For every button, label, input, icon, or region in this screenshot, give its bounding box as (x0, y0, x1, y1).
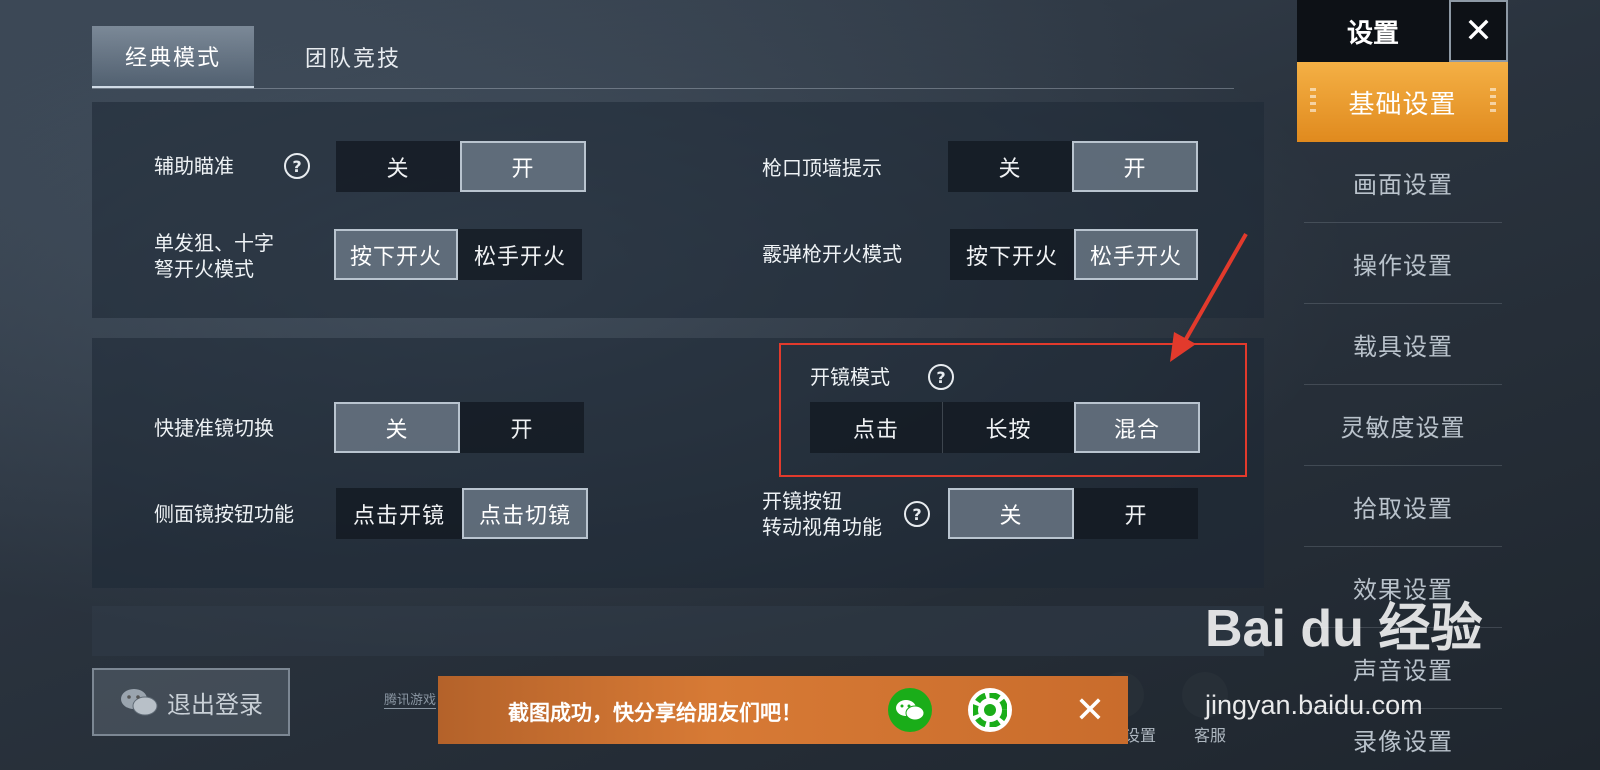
help-icon[interactable]: ? (904, 501, 930, 527)
muzzle-wall-on-button[interactable]: 开 (1072, 141, 1198, 192)
muzzle-wall-label: 枪口顶墙提示 (762, 156, 882, 180)
tab-classic-mode[interactable]: 经典模式 (92, 26, 254, 88)
scope-mode-label: 开镜模式 (810, 365, 890, 389)
wechat-icon (896, 700, 925, 721)
scope-rotate-label-line1: 开镜按钮 (762, 489, 842, 513)
muzzle-wall-off-button[interactable]: 关 (948, 141, 1072, 192)
shotgun-press-fire-button[interactable]: 按下开火 (950, 229, 1074, 280)
service-label: 客服 (1194, 726, 1227, 745)
help-icon[interactable]: ? (928, 364, 954, 390)
settings-panel-fire (92, 102, 1264, 318)
aim-assist-off-button[interactable]: 关 (336, 141, 460, 192)
logout-label: 退出登录 (167, 690, 263, 719)
settings-shortcut-label: 设置 (1124, 726, 1157, 745)
sniper-press-fire-button[interactable]: 按下开火 (334, 229, 458, 280)
tab-divider (92, 88, 1234, 89)
help-icon[interactable]: ? (284, 153, 310, 179)
sidebar-item-label: 基础设置 (1348, 89, 1457, 120)
grip-icon (1490, 88, 1496, 116)
side-scope-tap-open-button[interactable]: 点击开镜 (336, 488, 462, 539)
share-message: 截图成功，快分享给朋友们吧！ (508, 701, 802, 725)
aim-assist-label: 辅助瞄准 (154, 154, 234, 178)
arrow-annotation (1170, 233, 1248, 362)
sidebar-item-graphics[interactable]: 画面设置 (1304, 142, 1502, 223)
wechat-share-button[interactable] (888, 688, 932, 732)
sniper-fire-label-line1: 单发狙、十字 (154, 231, 274, 255)
wechat-icon (121, 689, 158, 716)
moments-share-button[interactable] (968, 688, 1012, 732)
shotgun-fire-label: 霰弹枪开火模式 (762, 242, 902, 266)
tab-team-deathmatch[interactable]: 团队竞技 (272, 26, 434, 88)
quick-scope-on-button[interactable]: 开 (460, 402, 584, 453)
sidebar-item-sensitivity[interactable]: 灵敏度设置 (1304, 385, 1502, 466)
aim-assist-on-button[interactable]: 开 (460, 141, 586, 192)
quick-scope-off-button[interactable]: 关 (334, 402, 460, 453)
scope-rotate-on-button[interactable]: 开 (1074, 488, 1198, 539)
quick-scope-label: 快捷准镜切换 (154, 416, 274, 440)
sniper-fire-label-line2: 弩开火模式 (154, 257, 254, 281)
close-icon[interactable]: ✕ (1068, 686, 1112, 734)
sidebar-item-pickup[interactable]: 拾取设置 (1304, 466, 1502, 547)
moments-icon (973, 693, 1007, 727)
settings-panel-more (92, 606, 1264, 656)
sidebar-item-basic[interactable]: 基础设置 (1297, 62, 1508, 142)
sniper-release-fire-button[interactable]: 松手开火 (458, 229, 582, 280)
sidebar-item-vehicle[interactable]: 载具设置 (1304, 304, 1502, 385)
settings-title: 设置 (1297, 0, 1449, 62)
side-scope-tap-switch-button[interactable]: 点击切镜 (462, 488, 588, 539)
scope-rotate-label-line2: 转动视角功能 (762, 515, 882, 539)
close-icon[interactable]: ✕ (1449, 0, 1508, 62)
tencent-games-text: 腾讯游戏 (384, 689, 437, 709)
baidu-jingyan-logo: Bai du 经验 (1205, 600, 1483, 658)
baidu-url: jingyan.baidu.com (1205, 690, 1423, 720)
scope-mode-mixed-button[interactable]: 混合 (1074, 402, 1200, 453)
logout-button[interactable]: 退出登录 (92, 668, 290, 736)
side-scope-label: 侧面镜按钮功能 (154, 502, 294, 526)
sidebar-item-controls[interactable]: 操作设置 (1304, 223, 1502, 304)
scope-rotate-off-button[interactable]: 关 (948, 488, 1074, 539)
scope-mode-tap-button[interactable]: 点击 (810, 402, 942, 453)
scope-mode-hold-button[interactable]: 长按 (942, 402, 1074, 453)
grip-icon (1310, 88, 1316, 116)
